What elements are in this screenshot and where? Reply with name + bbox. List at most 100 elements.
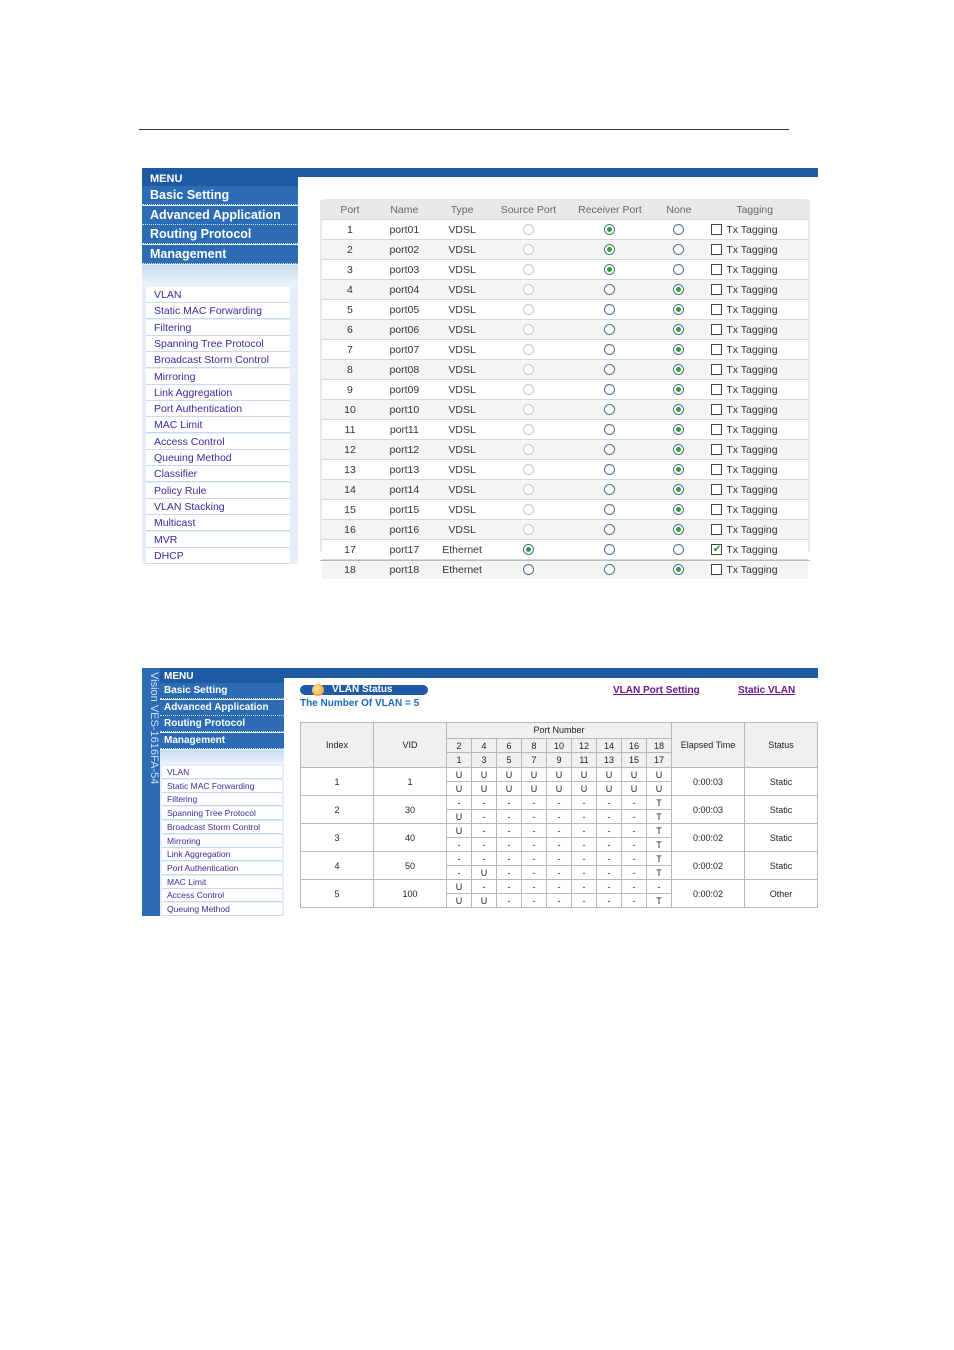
tx-tagging-checkbox[interactable] — [711, 384, 723, 396]
menu-routing-protocol[interactable]: Routing Protocol — [142, 225, 298, 244]
source-port-radio[interactable] — [522, 264, 534, 276]
none-port-radio[interactable] — [673, 304, 685, 316]
none-port-radio[interactable] — [673, 484, 685, 496]
submenu-multicast[interactable]: Multicast — [146, 515, 290, 532]
submenu-port-authentication[interactable]: Port Authentication — [162, 861, 282, 875]
receiver-port-radio[interactable] — [604, 244, 616, 256]
none-port-radio[interactable] — [673, 324, 685, 336]
tx-tagging-checkbox[interactable] — [711, 444, 723, 456]
source-port-radio[interactable] — [522, 404, 534, 416]
receiver-port-radio[interactable] — [604, 344, 616, 356]
submenu-mac-limit[interactable]: MAC Limit — [162, 875, 282, 889]
source-port-radio[interactable] — [522, 304, 534, 316]
tx-tagging-checkbox[interactable] — [711, 364, 723, 376]
submenu-static-mac-forwarding[interactable]: Static MAC Forwarding — [162, 779, 282, 793]
none-port-radio[interactable] — [673, 524, 685, 536]
submenu-mac-limit[interactable]: MAC Limit — [146, 417, 290, 434]
tx-tagging-checkbox[interactable] — [711, 324, 723, 336]
none-port-radio[interactable] — [673, 564, 685, 576]
submenu-dhcp[interactable]: DHCP — [146, 547, 290, 564]
none-port-radio[interactable] — [673, 404, 685, 416]
receiver-port-radio[interactable] — [604, 304, 616, 316]
source-port-radio[interactable] — [522, 284, 534, 296]
source-port-radio[interactable] — [522, 444, 534, 456]
tx-tagging-checkbox[interactable] — [711, 524, 723, 536]
source-port-radio[interactable] — [522, 424, 534, 436]
receiver-port-radio[interactable] — [604, 224, 616, 236]
source-port-radio[interactable] — [522, 544, 534, 556]
receiver-port-radio[interactable] — [604, 364, 616, 376]
submenu-policy-rule[interactable]: Policy Rule — [146, 482, 290, 499]
vlan-port-setting-link[interactable]: VLAN Port Setting — [613, 685, 700, 696]
submenu-spanning-tree-protocol[interactable]: Spanning Tree Protocol — [162, 807, 282, 821]
tx-tagging-checkbox[interactable]: ✔ — [711, 544, 723, 556]
source-port-radio[interactable] — [522, 324, 534, 336]
tx-tagging-checkbox[interactable] — [711, 424, 723, 436]
tx-tagging-checkbox[interactable] — [711, 264, 723, 276]
tx-tagging-checkbox[interactable] — [711, 344, 723, 356]
source-port-radio[interactable] — [522, 344, 534, 356]
source-port-radio[interactable] — [522, 524, 534, 536]
receiver-port-radio[interactable] — [604, 524, 616, 536]
none-port-radio[interactable] — [673, 544, 685, 556]
none-port-radio[interactable] — [673, 384, 685, 396]
submenu-filtering[interactable]: Filtering — [146, 319, 290, 336]
menu-advanced-application[interactable]: Advanced Application — [142, 205, 298, 225]
menu-basic-setting[interactable]: Basic Setting — [142, 186, 298, 205]
tx-tagging-checkbox[interactable] — [711, 504, 723, 516]
menu-advanced-application[interactable]: Advanced Application — [160, 699, 284, 716]
submenu-mirroring[interactable]: Mirroring — [162, 834, 282, 848]
none-port-radio[interactable] — [673, 464, 685, 476]
none-port-radio[interactable] — [673, 344, 685, 356]
submenu-filtering[interactable]: Filtering — [162, 793, 282, 807]
source-port-radio[interactable] — [522, 384, 534, 396]
tx-tagging-checkbox[interactable] — [711, 404, 723, 416]
none-port-radio[interactable] — [673, 244, 685, 256]
submenu-queuing-method[interactable]: Queuing Method — [146, 450, 290, 466]
none-port-radio[interactable] — [673, 424, 685, 436]
submenu-access-control[interactable]: Access Control — [146, 433, 290, 450]
submenu-access-control[interactable]: Access Control — [162, 889, 282, 903]
receiver-port-radio[interactable] — [604, 484, 616, 496]
menu-routing-protocol[interactable]: Routing Protocol — [160, 716, 284, 733]
receiver-port-radio[interactable] — [604, 404, 616, 416]
tx-tagging-checkbox[interactable] — [711, 464, 723, 476]
none-port-radio[interactable] — [673, 284, 685, 296]
source-port-radio[interactable] — [522, 224, 534, 236]
tx-tagging-checkbox[interactable] — [711, 564, 723, 576]
receiver-port-radio[interactable] — [604, 504, 616, 516]
source-port-radio[interactable] — [522, 564, 534, 576]
menu-management[interactable]: Management — [160, 733, 284, 750]
tx-tagging-checkbox[interactable] — [711, 304, 723, 316]
tx-tagging-checkbox[interactable] — [711, 244, 723, 256]
receiver-port-radio[interactable] — [604, 464, 616, 476]
submenu-classifier[interactable]: Classifier — [146, 466, 290, 483]
submenu-vlan-stacking[interactable]: VLAN Stacking — [146, 498, 290, 515]
receiver-port-radio[interactable] — [604, 284, 616, 296]
static-vlan-link[interactable]: Static VLAN — [738, 685, 795, 696]
source-port-radio[interactable] — [522, 364, 534, 376]
tx-tagging-checkbox[interactable] — [711, 284, 723, 296]
receiver-port-radio[interactable] — [604, 564, 616, 576]
submenu-static-mac-forwarding[interactable]: Static MAC Forwarding — [146, 303, 290, 320]
menu-management[interactable]: Management — [142, 244, 298, 264]
none-port-radio[interactable] — [673, 504, 685, 516]
submenu-queuing-method[interactable]: Queuing Method — [162, 903, 282, 916]
none-port-radio[interactable] — [673, 364, 685, 376]
source-port-radio[interactable] — [522, 244, 534, 256]
receiver-port-radio[interactable] — [604, 324, 616, 336]
submenu-mvr[interactable]: MVR — [146, 531, 290, 548]
submenu-vlan[interactable]: VLAN — [162, 766, 282, 779]
none-port-radio[interactable] — [673, 224, 685, 236]
submenu-link-aggregation[interactable]: Link Aggregation — [146, 384, 290, 401]
tx-tagging-checkbox[interactable] — [711, 484, 723, 496]
receiver-port-radio[interactable] — [604, 444, 616, 456]
tx-tagging-checkbox[interactable] — [711, 224, 723, 236]
receiver-port-radio[interactable] — [604, 384, 616, 396]
submenu-broadcast-storm-control[interactable]: Broadcast Storm Control — [162, 820, 282, 834]
source-port-radio[interactable] — [522, 464, 534, 476]
receiver-port-radio[interactable] — [604, 424, 616, 436]
receiver-port-radio[interactable] — [604, 544, 616, 556]
submenu-link-aggregation[interactable]: Link Aggregation — [162, 848, 282, 862]
source-port-radio[interactable] — [522, 484, 534, 496]
